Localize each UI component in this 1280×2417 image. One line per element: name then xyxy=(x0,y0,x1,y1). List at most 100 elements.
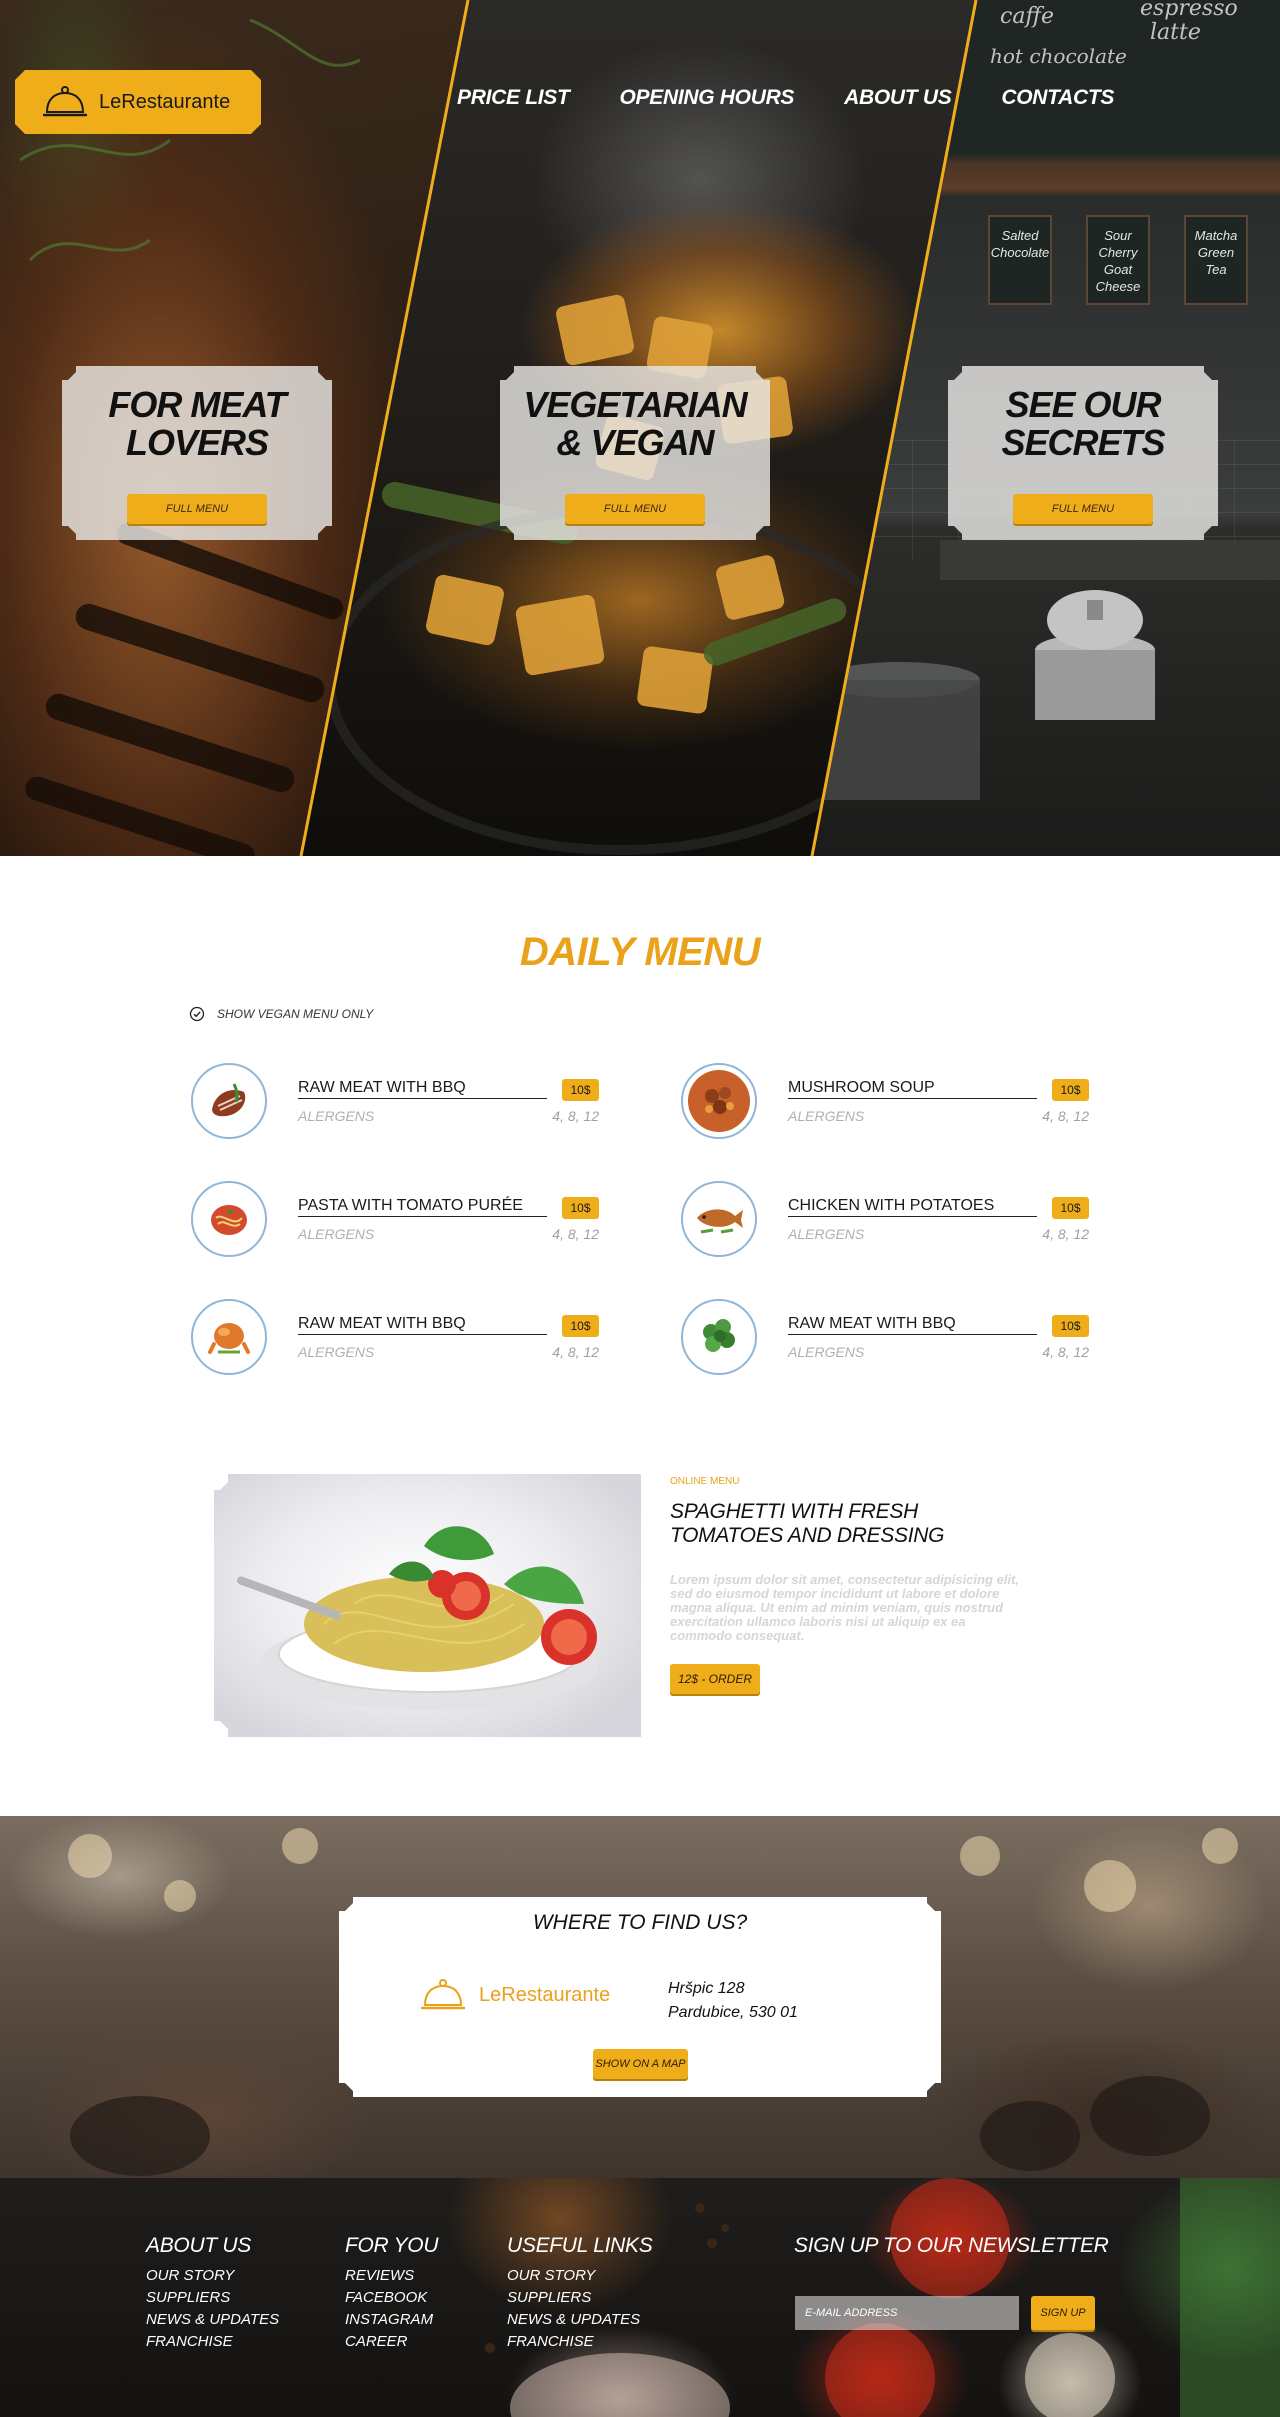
allergens-values: 4, 8, 12 xyxy=(1042,1226,1089,1242)
footer-link[interactable]: FRANCHISE xyxy=(507,2331,652,2353)
allergens-label: ALERGENS xyxy=(788,1344,865,1360)
dish-plate xyxy=(681,1299,757,1375)
vegan-toggle[interactable]: SHOW VEGAN MENU ONLY xyxy=(189,1006,373,1022)
meat-icon xyxy=(198,1070,260,1132)
footer-link[interactable]: OUR STORY xyxy=(146,2265,279,2287)
menu-item[interactable]: RAW MEAT WITH BBQ 10$ ALERGENS 4, 8, 12 xyxy=(191,1299,603,1383)
feature-description: Lorem ipsum dolor sit amet, consectetur … xyxy=(670,1572,1019,1643)
newsletter-section: SIGN UP TO OUR NEWSLETTER xyxy=(794,2234,1109,2265)
hero-card-title-line: FOR MEAT xyxy=(108,384,286,425)
footer-column-title: FOR YOU xyxy=(345,2234,439,2257)
menu-item-name: CHICKEN WITH POTATOES xyxy=(788,1197,1037,1217)
hero-card-secrets: SEE OUR SECRETS FULL MENU xyxy=(948,366,1218,540)
menu-item[interactable]: RAW MEAT WITH BBQ 10$ ALERGENS 4, 8, 12 xyxy=(681,1299,1093,1383)
menu-item[interactable]: RAW MEAT WITH BBQ 10$ ALERGENS 4, 8, 12 xyxy=(191,1063,603,1147)
menu-item-name: RAW MEAT WITH BBQ xyxy=(788,1315,1037,1335)
roast-chicken-icon xyxy=(198,1306,260,1368)
allergens-values: 4, 8, 12 xyxy=(552,1226,599,1242)
allergens-label: ALERGENS xyxy=(298,1344,375,1360)
footer-link[interactable]: NEWS & UPDATES xyxy=(507,2309,652,2331)
dish-plate xyxy=(681,1181,757,1257)
nav-opening-hours[interactable]: OPENING HOURS xyxy=(620,86,795,110)
location-brand-name: LeRestaurante xyxy=(479,1983,611,2006)
nav-contacts[interactable]: CONTACTS xyxy=(1001,86,1114,110)
brand-logo[interactable]: LeRestaurante xyxy=(15,70,261,134)
full-menu-button[interactable]: FULL MENU xyxy=(1013,494,1153,524)
hero-card-title-line: & VEGAN xyxy=(556,422,714,463)
brand-name: LeRestaurante xyxy=(99,90,231,113)
allergens-label: ALERGENS xyxy=(788,1226,865,1242)
feature-label: ONLINE MENU xyxy=(670,1476,740,1487)
feature-title: SPAGHETTI WITH FRESH TOMATOES AND DRESSI… xyxy=(670,1500,945,1547)
hero-card-title-line: SECRETS xyxy=(1001,422,1165,463)
hero-card-meat: FOR MEAT LOVERS FULL MENU xyxy=(62,366,332,540)
address-line-2: Pardubice, 530 01 xyxy=(668,2004,798,2021)
broccoli-icon xyxy=(688,1306,750,1368)
price-badge: 10$ xyxy=(1052,1079,1089,1101)
full-menu-button[interactable]: FULL MENU xyxy=(565,494,705,524)
allergens-label: ALERGENS xyxy=(298,1226,375,1242)
allergens-values: 4, 8, 12 xyxy=(552,1108,599,1124)
allergens-values: 4, 8, 12 xyxy=(552,1344,599,1360)
vegan-toggle-label: SHOW VEGAN MENU ONLY xyxy=(217,1007,374,1021)
newsletter-title: SIGN UP TO OUR NEWSLETTER xyxy=(794,2234,1109,2257)
hero-section: caffe espresso latte hot chocolate Salte… xyxy=(0,0,1280,856)
price-badge: 10$ xyxy=(1052,1197,1089,1219)
footer-link[interactable]: SUPPLIERS xyxy=(146,2287,279,2309)
cloche-icon xyxy=(43,86,87,117)
dish-plate xyxy=(191,1063,267,1139)
menu-item[interactable]: PASTA WITH TOMATO PURÉE 10$ ALERGENS 4, … xyxy=(191,1181,603,1265)
page: caffe espresso latte hot chocolate Salte… xyxy=(0,0,1280,2417)
footer: ABOUT US OUR STORY SUPPLIERS NEWS & UPDA… xyxy=(0,2178,1280,2417)
hero-card-title-line: SEE OUR xyxy=(1005,384,1161,425)
footer-link[interactable]: CAREER xyxy=(345,2331,438,2353)
footer-column-title: ABOUT US xyxy=(146,2234,251,2257)
dish-plate xyxy=(191,1181,267,1257)
price-badge: 10$ xyxy=(562,1079,599,1101)
show-map-button[interactable]: SHOW ON A MAP xyxy=(593,2049,688,2079)
location-logo: LeRestaurante xyxy=(421,1977,610,2013)
footer-link[interactable]: INSTAGRAM xyxy=(345,2309,438,2331)
cloche-icon xyxy=(421,1979,465,2010)
dish-plate xyxy=(681,1063,757,1139)
soup-icon xyxy=(688,1070,750,1132)
checkbox-check-icon[interactable] xyxy=(189,1006,205,1022)
full-menu-button[interactable]: FULL MENU xyxy=(127,494,267,524)
footer-column-title: USEFUL LINKS xyxy=(507,2234,653,2257)
main-nav: PRICE LIST OPENING HOURS ABOUT US CONTAC… xyxy=(457,86,1114,110)
newsletter-email-input[interactable] xyxy=(795,2296,1019,2330)
address-line-1: Hršpic 128 xyxy=(668,1980,745,1997)
menu-item-name: PASTA WITH TOMATO PURÉE xyxy=(298,1197,547,1217)
nav-price-list[interactable]: PRICE LIST xyxy=(457,86,570,110)
hero-card-title: VEGETARIAN & VEGAN xyxy=(500,386,770,462)
footer-link[interactable]: NEWS & UPDATES xyxy=(146,2309,279,2331)
order-button[interactable]: 12$ - ORDER xyxy=(670,1664,760,1694)
nav-about-us[interactable]: ABOUT US xyxy=(844,86,952,110)
footer-link[interactable]: SUPPLIERS xyxy=(507,2287,652,2309)
daily-menu-title: DAILY MENU xyxy=(519,930,761,974)
location-card: WHERE TO FIND US? LeRestaurante Hršpic 1… xyxy=(339,1897,941,2097)
footer-link[interactable]: OUR STORY xyxy=(507,2265,652,2287)
pasta-icon xyxy=(198,1188,260,1250)
address: Hršpic 128 Pardubice, 530 01 xyxy=(668,1977,798,2025)
price-badge: 10$ xyxy=(562,1315,599,1337)
spaghetti-image xyxy=(214,1474,641,1737)
menu-item[interactable]: CHICKEN WITH POTATOES 10$ ALERGENS 4, 8,… xyxy=(681,1181,1093,1265)
footer-column-for-you: FOR YOU REVIEWS FACEBOOK INSTAGRAM CAREE… xyxy=(345,2234,439,2353)
footer-column-about: ABOUT US OUR STORY SUPPLIERS NEWS & UPDA… xyxy=(146,2234,279,2353)
footer-link[interactable]: FRANCHISE xyxy=(146,2331,279,2353)
menu-item[interactable]: MUSHROOM SOUP 10$ ALERGENS 4, 8, 12 xyxy=(681,1063,1093,1147)
allergens-values: 4, 8, 12 xyxy=(1042,1108,1089,1124)
fish-icon xyxy=(688,1188,750,1250)
footer-link[interactable]: FACEBOOK xyxy=(345,2287,438,2309)
hero-card-title: FOR MEAT LOVERS xyxy=(62,386,332,462)
footer-column-useful-links: USEFUL LINKS OUR STORY SUPPLIERS NEWS & … xyxy=(507,2234,653,2353)
hero-card-title: SEE OUR SECRETS xyxy=(948,386,1218,462)
price-badge: 10$ xyxy=(562,1197,599,1219)
footer-link[interactable]: REVIEWS xyxy=(345,2265,438,2287)
hero-card-title-line: VEGETARIAN xyxy=(523,384,747,425)
dish-plate xyxy=(191,1299,267,1375)
menu-item-name: RAW MEAT WITH BBQ xyxy=(298,1315,547,1335)
menu-item-name: RAW MEAT WITH BBQ xyxy=(298,1079,547,1099)
newsletter-signup-button[interactable]: SIGN UP xyxy=(1031,2296,1095,2330)
